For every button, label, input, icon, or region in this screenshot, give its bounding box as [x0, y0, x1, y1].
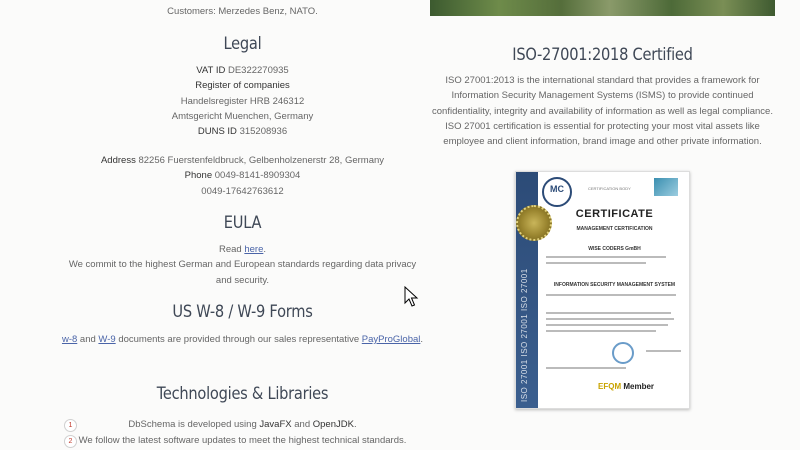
w8-heading: US W-8 / W-9 Forms [172, 302, 313, 322]
certificate-system: INFORMATION SECURITY MANAGEMENT SYSTEM [553, 282, 676, 288]
iso-heading: ISO-27001:2018 Certified [512, 45, 693, 65]
certificate-title: CERTIFICATE [575, 208, 654, 220]
mouse-cursor-icon [404, 286, 419, 307]
phone-row: Phone 0049-8141-8909304 [55, 168, 430, 183]
contact-details: Address 82256 Fuerstenfeldbruck, Gelbenh… [55, 153, 430, 199]
register-line1: Handelsregister HRB 246312 [180, 95, 305, 107]
list-number: 2 [64, 435, 77, 448]
register-line2: Amtsgericht Muenchen, Germany [171, 110, 314, 122]
tech-list: 1 DbSchema is developed using JavaFX and… [55, 417, 430, 449]
payproglobal-link[interactable]: PayProGlobal [362, 334, 421, 345]
mc-logo-icon: MC [542, 177, 572, 207]
list-number: 1 [64, 419, 77, 432]
duns-value: 315208936 [239, 126, 288, 138]
phone-value: 0049-8141-8909304 [214, 170, 301, 182]
address-label: Address [100, 155, 136, 166]
iqnet-logo-icon [612, 342, 634, 364]
vat-row: VAT ID DE322270935 [55, 63, 430, 78]
certificate-subtitle: MANAGEMENT CERTIFICATION [576, 226, 653, 232]
duns-label: DUNS ID [197, 126, 237, 138]
w9-link[interactable]: W-9 [98, 334, 115, 345]
eula-commitment: We commit to the highest German and Euro… [68, 259, 417, 286]
phone-label: Phone [184, 170, 213, 182]
header-photo [430, 0, 775, 16]
eula-here-link[interactable]: here [244, 244, 263, 255]
duns-row: DUNS ID 315208936 [55, 124, 430, 139]
vat-label: VAT ID [196, 65, 226, 76]
customers-line: Customers: Merzedes Benz, NATO. [167, 6, 318, 17]
vat-value: DE322270935 [227, 65, 289, 76]
certification-body-label: CERTIFICATION BODY [588, 186, 631, 191]
msh-logo-icon [654, 178, 678, 196]
phone-value-2: 0049-17642763612 [201, 185, 284, 197]
iso-certificate-image: ISO 27001 ISO 27001 ISO 27001 MC CERTIFI… [515, 171, 690, 409]
register-label: Register of companies [195, 80, 290, 92]
list-item: 1 DbSchema is developed using JavaFX and… [55, 417, 430, 433]
w8-text: w-8 and W-9 documents are provided throu… [61, 334, 424, 345]
certificate-company: WISE CODERS GmBH [588, 246, 641, 252]
eula-read-line: Read here. [218, 244, 266, 255]
legal-details: VAT ID DE322270935 Register of companies… [55, 63, 430, 139]
efqm-member-badge: EFQM Member [598, 382, 655, 391]
w8-link[interactable]: w-8 [62, 334, 77, 345]
iso-description: ISO 27001:2013 is the international stan… [432, 75, 773, 148]
address-row: Address 82256 Fuerstenfeldbruck, Gelbenh… [55, 153, 430, 168]
eula-heading: EULA [223, 213, 262, 233]
list-item: 2 We follow the latest software updates … [55, 433, 430, 449]
address-value: 82256 Fuerstenfeldbruck, Gelbenholzeners… [138, 155, 385, 166]
legal-heading: Legal [223, 34, 262, 54]
eula-text: Read here. We commit to the highest Germ… [55, 242, 430, 288]
tech-heading: Technologies & Libraries [156, 384, 329, 404]
